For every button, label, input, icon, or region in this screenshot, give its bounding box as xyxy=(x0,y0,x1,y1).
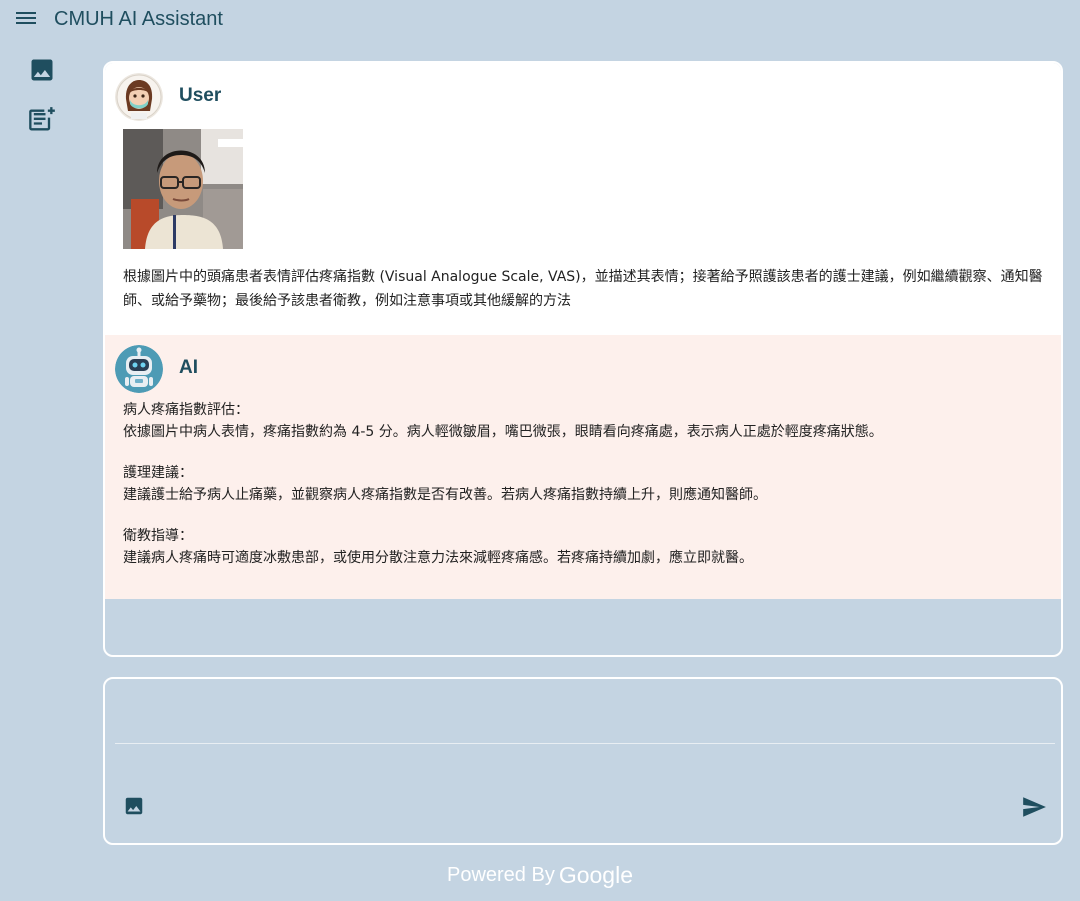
send-icon[interactable] xyxy=(1021,794,1047,820)
ai-message: AI 病人疼痛指數評估： 依據圖片中病人表情，疼痛指數約為 4-5 分。病人輕微… xyxy=(105,335,1061,599)
section-heading: 護理建議： xyxy=(123,465,193,481)
chat-panel: User 根據圖片中的頭痛患者表情評估疼痛指數 (Visual Analogue… xyxy=(103,61,1063,657)
sender-name: AI xyxy=(179,357,198,378)
app-title: CMUH AI Assistant xyxy=(54,8,223,30)
ai-section-pain-assessment: 病人疼痛指數評估： 依據圖片中病人表情，疼痛指數約為 4-5 分。病人輕微皺眉，… xyxy=(123,399,1053,443)
powered-by-label: Powered By xyxy=(446,864,555,886)
attach-image-icon[interactable] xyxy=(123,795,145,817)
ai-section-nursing-advice: 護理建議： 建議護士給予病人止痛藥，並觀察病人疼痛指數是否有改善。若病人疼痛指數… xyxy=(123,462,1053,506)
nurse-avatar xyxy=(115,73,163,121)
top-bar: CMUH AI Assistant xyxy=(0,0,1080,40)
input-panel xyxy=(103,677,1063,845)
footer: Powered By Google xyxy=(0,862,1080,889)
user-message: User 根據圖片中的頭痛患者表情評估疼痛指數 (Visual Analogue… xyxy=(105,63,1061,335)
google-logo: Google xyxy=(558,862,633,888)
patient-photo xyxy=(123,129,243,249)
section-heading: 病人疼痛指數評估： xyxy=(123,402,249,418)
ai-section-health-education: 衛教指導： 建議病人疼痛時可適度冰敷患部，或使用分散注意力法來減輕疼痛感。若疼痛… xyxy=(123,525,1053,569)
image-icon[interactable] xyxy=(28,56,56,84)
user-prompt-text: 根據圖片中的頭痛患者表情評估疼痛指數 (Visual Analogue Scal… xyxy=(123,269,1043,309)
sender-name: User xyxy=(179,85,222,106)
message-input[interactable] xyxy=(115,689,1055,744)
ai-response: 病人疼痛指數評估： 依據圖片中病人表情，疼痛指數約為 4-5 分。病人輕微皺眉，… xyxy=(123,399,1053,588)
section-heading: 衛教指導： xyxy=(123,528,193,544)
menu-icon[interactable] xyxy=(16,10,36,30)
robot-avatar xyxy=(115,345,163,393)
note-add-icon[interactable] xyxy=(28,106,56,134)
section-body: 建議護士給予病人止痛藥，並觀察病人疼痛指數是否有改善。若病人疼痛指數持續上升，則… xyxy=(123,487,767,503)
section-body: 建議病人疼痛時可適度冰敷患部，或使用分散注意力法來減輕疼痛感。若疼痛持續加劇，應… xyxy=(123,550,753,566)
section-body: 依據圖片中病人表情，疼痛指數約為 4-5 分。病人輕微皺眉，嘴巴微張，眼睛看向疼… xyxy=(123,424,883,440)
